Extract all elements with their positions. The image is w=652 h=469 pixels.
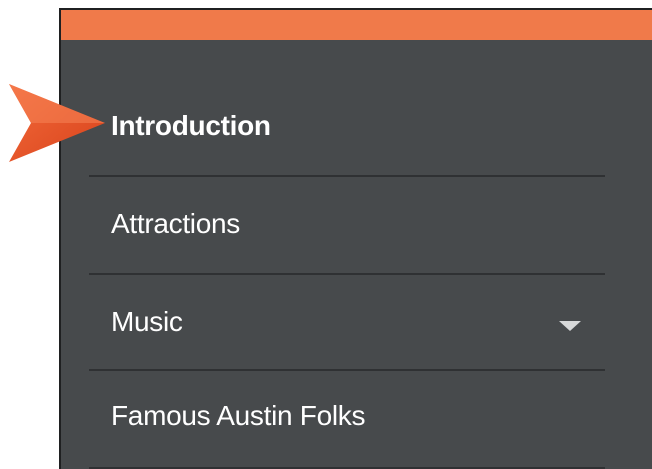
sidebar-menu: Introduction Attractions Music Famous Au… [89,80,605,469]
sidebar-item-famous-austin-folks[interactable]: Famous Austin Folks [89,371,605,467]
sidebar-item-label: Attractions [111,208,240,239]
arrow-pointer-icon [9,84,105,162]
sidebar-item-label: Music [111,306,183,337]
sidebar-item-label: Famous Austin Folks [111,400,366,431]
sidebar-item-introduction[interactable]: Introduction [89,80,605,175]
header-accent-bar [61,10,652,40]
sidebar-item-attractions[interactable]: Attractions [89,177,605,273]
sidebar-item-label: Introduction [111,110,271,141]
chevron-down-icon[interactable] [559,321,581,331]
sidebar-nav-panel: Introduction Attractions Music Famous Au… [59,8,652,469]
sidebar-item-music[interactable]: Music [89,275,605,369]
screen: Introduction Attractions Music Famous Au… [0,0,652,469]
